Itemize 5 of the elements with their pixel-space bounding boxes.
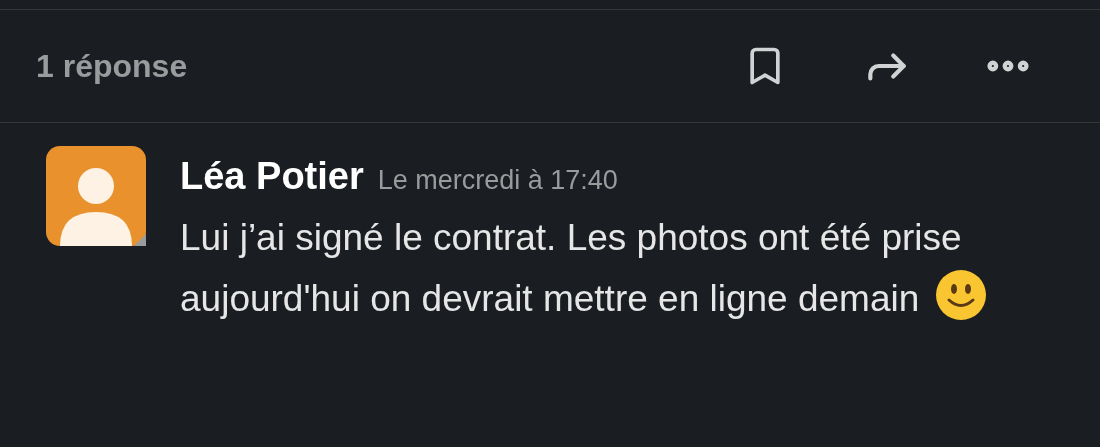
message-timestamp[interactable]: Le mercredi à 17:40 <box>377 160 618 201</box>
reply-count: 1 réponse <box>36 47 188 86</box>
author-name[interactable]: Léa Potier <box>180 148 364 205</box>
smiley-icon <box>935 269 988 321</box>
message-text: Lui j’ai signé le contrat. Les photos ont été prise aujourd'hui on devrait mettre en ligne demain <box>180 217 962 319</box>
